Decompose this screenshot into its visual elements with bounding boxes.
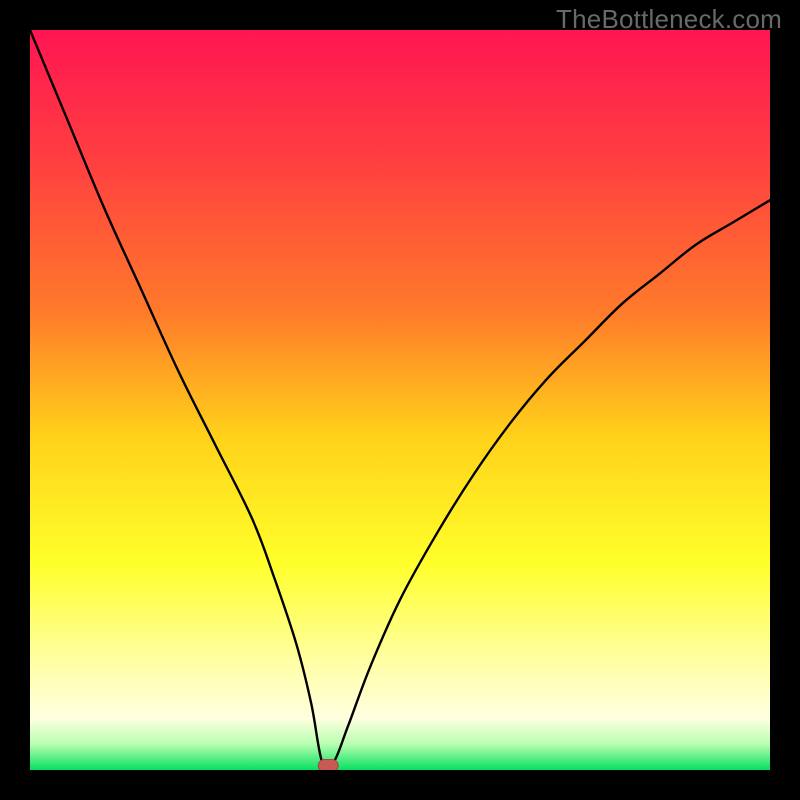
plot-area	[30, 30, 770, 770]
gradient-background	[30, 30, 770, 770]
optimal-point-marker	[318, 760, 338, 770]
bottleneck-chart	[30, 30, 770, 770]
chart-frame: TheBottleneck.com	[0, 0, 800, 800]
